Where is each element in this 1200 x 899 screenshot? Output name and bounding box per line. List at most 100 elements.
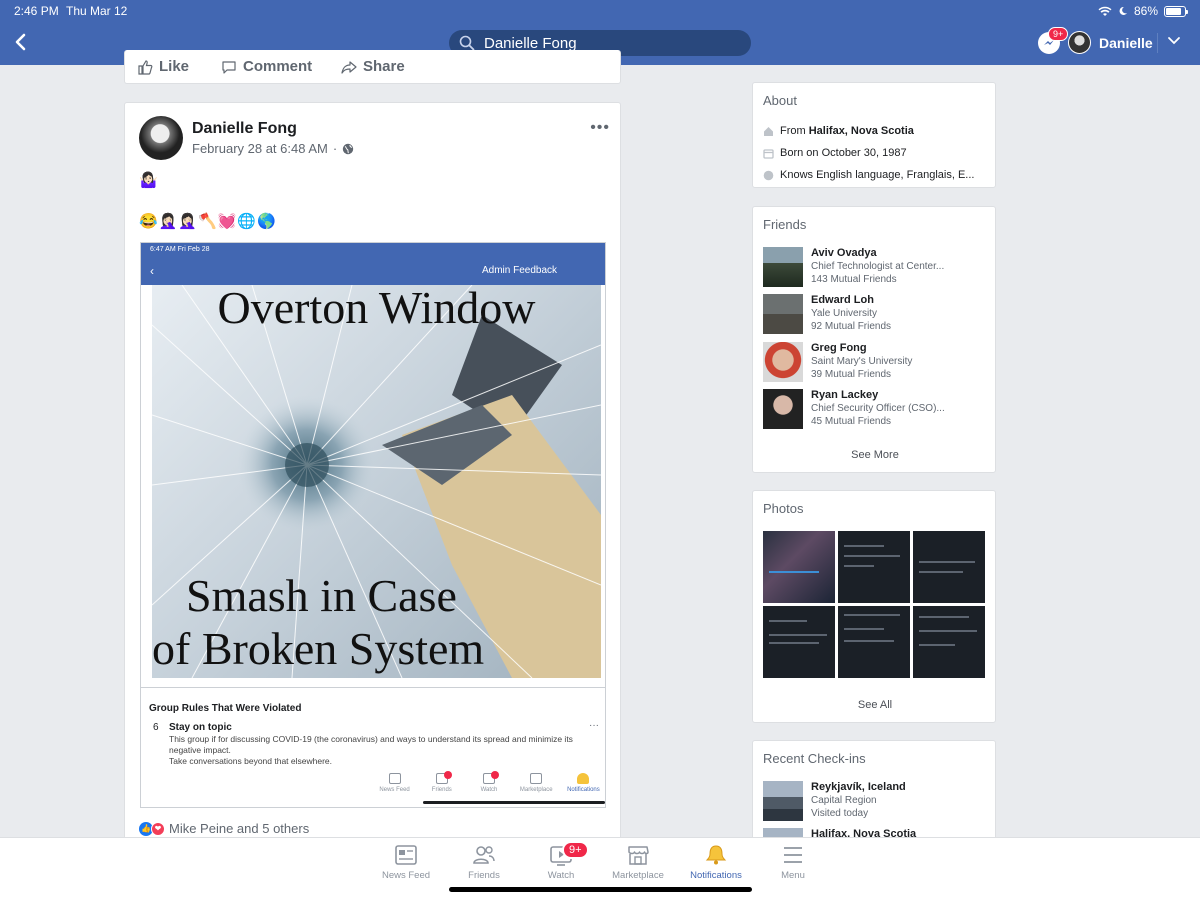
tab-news-feed[interactable]: News Feed — [367, 844, 445, 881]
friends-see-more-button[interactable]: See More — [753, 449, 997, 461]
friend-detail: Chief Security Officer (CSO)... — [811, 403, 945, 414]
tab-marketplace-label: Marketplace — [612, 870, 664, 881]
about-hometown: From Halifax, Nova Scotia — [763, 125, 914, 137]
embedded-tab: News Feed — [371, 771, 418, 801]
post-card: Danielle Fong February 28 at 6:48 AM · •… — [124, 102, 621, 847]
love-reaction-icon: ❤ — [151, 821, 165, 836]
post-author-name[interactable]: Danielle Fong — [192, 120, 297, 138]
friend-name: Edward Loh — [811, 294, 874, 306]
menu-icon — [784, 847, 802, 863]
friend-photo — [763, 389, 803, 429]
embedded-tab-badge — [444, 771, 453, 779]
friend-name: Aviv Ovadya — [811, 247, 877, 259]
rule-options-icon: ··· — [589, 720, 599, 731]
status-date: Thu Mar 12 — [66, 4, 128, 18]
home-indicator — [449, 887, 752, 892]
image-bottom-line1: Smash in Case — [186, 570, 457, 621]
profile-avatar[interactable] — [1068, 31, 1091, 54]
embedded-tab-label: Watch — [480, 787, 498, 793]
embedded-tab-label: Marketplace — [519, 787, 553, 793]
tab-watch[interactable]: 9+ Watch — [522, 841, 600, 881]
friend-name: Greg Fong — [811, 342, 867, 354]
post-timestamp[interactable]: February 28 at 6:48 AM · — [192, 141, 354, 156]
post-author-avatar[interactable] — [139, 116, 183, 160]
tab-news-feed-label: News Feed — [381, 870, 431, 881]
embedded-tab: Friends — [418, 771, 465, 801]
tab-watch-label: Watch — [547, 870, 575, 881]
friend-item[interactable]: Aviv Ovadya Chief Technologist at Center… — [763, 247, 987, 289]
friend-item[interactable]: Ryan Lackey Chief Security Officer (CSO)… — [763, 389, 987, 431]
comment-button[interactable]: Comment — [221, 58, 312, 75]
post-options-icon[interactable]: ••• — [590, 119, 610, 137]
back-arrow-icon[interactable] — [12, 30, 30, 54]
friend-mutual: 92 Mutual Friends — [811, 321, 892, 332]
thumbs-up-icon — [138, 59, 153, 75]
photo-thumbnail[interactable] — [763, 606, 835, 678]
embedded-tab-icon — [530, 773, 543, 784]
previous-post-actions: Like Comment Share — [124, 50, 621, 84]
overton-window-image: Overton Window Smash in Case of Broken S… — [152, 285, 601, 678]
friend-item[interactable]: Greg Fong Saint Mary's University 39 Mut… — [763, 342, 987, 384]
comment-icon — [222, 60, 236, 74]
photos-see-all-button[interactable]: See All — [753, 699, 997, 711]
rule-number: 6 — [153, 722, 159, 733]
search-value: Danielle Fong — [484, 34, 577, 52]
post-image[interactable]: 6:47 AM Fri Feb 28 ‹ Admin Feedback Over… — [140, 242, 606, 808]
friends-icon — [473, 846, 495, 864]
moon-icon — [1119, 6, 1127, 15]
share-label: Share — [363, 58, 405, 75]
tab-notifications[interactable]: Notifications — [677, 844, 755, 881]
profile-name[interactable]: Danielle — [1099, 35, 1153, 51]
post-text-line1: 🤷🏻‍♀️ — [139, 172, 158, 189]
embedded-header: 6:47 AM Fri Feb 28 ‹ Admin Feedback — [141, 243, 605, 285]
friend-item[interactable]: Edward Loh Yale University 92 Mutual Fri… — [763, 294, 987, 336]
about-from-place[interactable]: Halifax, Nova Scotia — [809, 125, 914, 137]
embedded-tab-icon — [388, 773, 401, 784]
battery-icon — [1164, 5, 1188, 17]
globe-icon — [763, 170, 774, 180]
calendar-icon — [763, 148, 774, 159]
bell-icon — [705, 845, 727, 865]
like-button[interactable]: Like — [137, 58, 189, 75]
battery-percent: 86% — [1133, 4, 1158, 18]
post-text-line2: 😂🤦🏻‍♀️🤦🏻‍♀️🪓💓🌐🌎 — [139, 213, 277, 230]
reactions-summary[interactable]: 👍 ❤ Mike Peine and 5 others — [139, 821, 309, 836]
about-card: About From Halifax, Nova Scotia Born on … — [752, 82, 996, 188]
photos-title: Photos — [763, 501, 804, 516]
photo-thumbnail[interactable] — [763, 531, 835, 603]
tab-friends[interactable]: Friends — [445, 844, 523, 881]
tab-menu-label: Menu — [781, 870, 805, 881]
tab-menu[interactable]: Menu — [754, 844, 832, 881]
photo-thumbnail[interactable] — [913, 531, 985, 603]
friend-detail: Chief Technologist at Center... — [811, 261, 945, 272]
like-label: Like — [159, 58, 190, 75]
embedded-tab-badge — [491, 771, 500, 779]
photo-thumbnail[interactable] — [913, 606, 985, 678]
friends-title: Friends — [763, 217, 807, 232]
friend-photo — [763, 294, 803, 334]
friend-mutual: 143 Mutual Friends — [811, 274, 897, 285]
checkin-region: Capital Region — [811, 795, 877, 806]
embedded-tab-label: News Feed — [379, 787, 410, 793]
about-languages-text: Knows English language, Franglais, E... — [780, 169, 975, 181]
tab-marketplace[interactable]: Marketplace — [599, 844, 677, 881]
photos-card: Photos See All — [752, 490, 996, 723]
friend-mutual: 39 Mutual Friends — [811, 369, 892, 380]
chevron-down-icon[interactable] — [1167, 36, 1181, 46]
photo-thumbnail[interactable] — [838, 606, 910, 678]
share-button[interactable]: Share — [341, 58, 405, 75]
rules-heading: Group Rules That Were Violated — [149, 703, 302, 714]
friend-detail: Yale University — [811, 308, 877, 319]
embedded-status-time: 6:47 AM Fri Feb 28 — [150, 246, 210, 253]
reactions-text: Mike Peine and 5 others — [169, 821, 310, 836]
embedded-divider — [141, 687, 605, 688]
checkins-title: Recent Check-ins — [763, 751, 866, 766]
rule-title: Stay on topic — [169, 722, 232, 733]
tab-friends-label: Friends — [468, 870, 500, 881]
friend-mutual: 45 Mutual Friends — [811, 416, 892, 427]
image-title-text: Overton Window — [217, 285, 536, 333]
photo-thumbnail[interactable] — [838, 531, 910, 603]
embedded-tab: Watch — [465, 771, 512, 801]
friend-photo — [763, 247, 803, 287]
status-time: 2:46 PM — [14, 4, 59, 18]
